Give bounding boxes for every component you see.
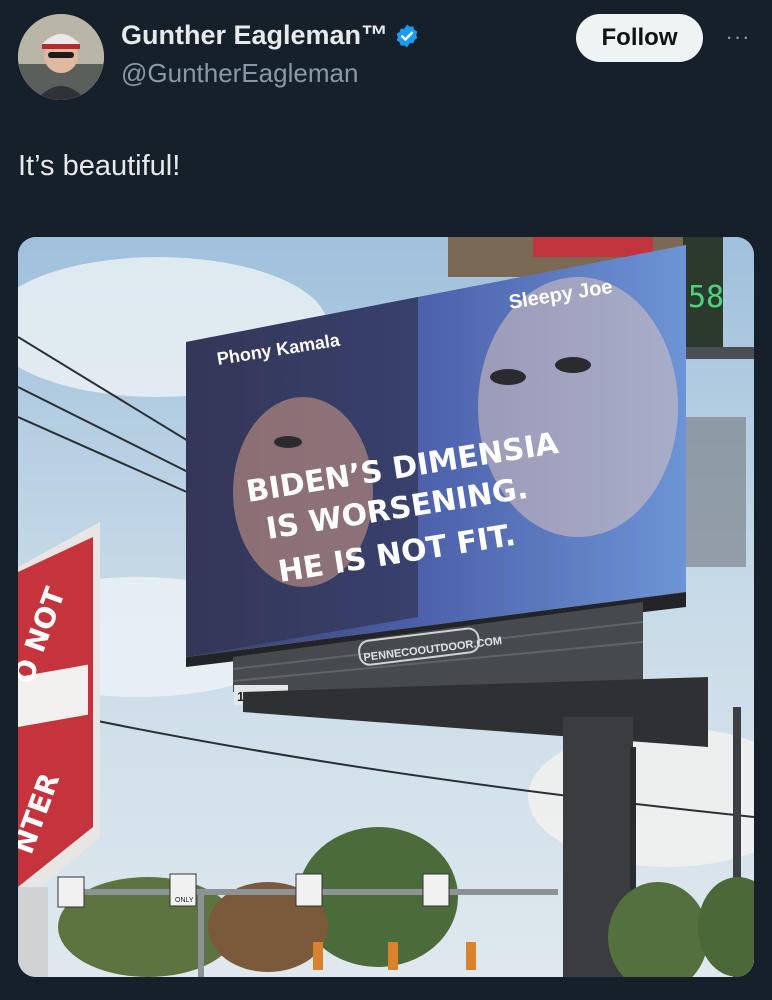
billboard-photo: 58 Phony Kamala Sleepy Joe BIDEN’S DIMEN… bbox=[18, 237, 754, 977]
more-options-icon[interactable]: ··· bbox=[720, 22, 756, 52]
author-handle[interactable]: @GuntherEagleman bbox=[121, 58, 358, 89]
traffic-sign-label: ONLY bbox=[175, 897, 194, 904]
tweet-text: It’s beautiful! bbox=[18, 150, 181, 182]
svg-text:58: 58 bbox=[688, 280, 724, 315]
tweet-photo[interactable]: 58 Phony Kamala Sleepy Joe BIDEN’S DIMEN… bbox=[18, 237, 754, 977]
author-name[interactable]: Gunther Eagleman™ bbox=[121, 20, 420, 51]
tweet-header: Gunther Eagleman™ @GuntherEagleman Follo… bbox=[0, 0, 772, 110]
author-display-name[interactable]: Gunther Eagleman™ bbox=[121, 20, 388, 51]
verified-badge-icon bbox=[394, 23, 420, 49]
author-avatar[interactable] bbox=[18, 14, 104, 100]
follow-button[interactable]: Follow bbox=[576, 14, 703, 62]
avatar-image bbox=[18, 14, 104, 100]
